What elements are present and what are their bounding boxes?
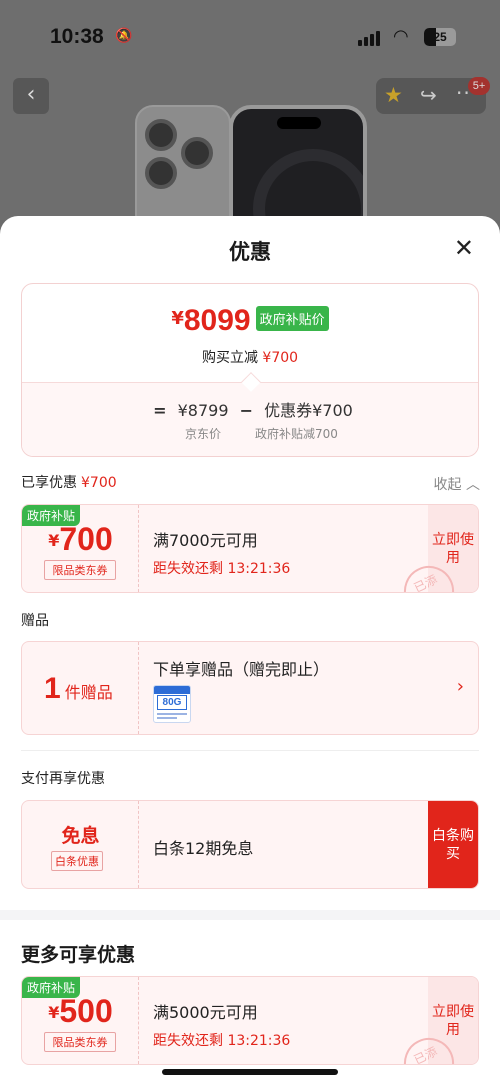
jd-price-label: 京东价 xyxy=(185,427,222,441)
collapse-button[interactable]: 收起 ︿ xyxy=(434,474,480,494)
divider xyxy=(21,750,479,751)
coupon-expire: 距失效还剩 13:21:36 xyxy=(153,561,291,577)
status-time: 10:38 xyxy=(50,25,104,48)
jd-price: ¥8799 xyxy=(177,401,229,420)
product-header-background: ‹ ★ ↪ ··· 5+ xyxy=(0,60,500,220)
gift-image-label: 80G xyxy=(157,695,187,710)
coupon-limit: 限品类东券 xyxy=(44,1032,116,1052)
enjoyed-label: 已享优惠 ¥700 xyxy=(21,475,117,491)
gift-unit: 件赠品 xyxy=(64,683,113,702)
coupon-amount: 700 xyxy=(59,521,113,557)
baitiao-buy-button[interactable]: 白条购买 xyxy=(428,801,478,888)
reduce-amount: ¥700 xyxy=(262,350,299,366)
coupon-card-700[interactable]: 政府补贴 ¥700 限品类东券 满7000元可用 距失效还剩 13:21:36 … xyxy=(21,504,479,593)
gift-count: 1 xyxy=(44,672,61,705)
home-indicator[interactable] xyxy=(162,1069,338,1075)
coupon-expire: 距失效还剩 13:21:36 xyxy=(153,1033,291,1049)
coupon-desc: 满5000元可用 xyxy=(153,1003,258,1022)
battery-icon: 25 xyxy=(424,28,456,46)
gift-sim-card-image: 80G xyxy=(153,685,191,723)
coupon-desc: 满7000元可用 xyxy=(153,531,258,550)
coupon-amount: 500 xyxy=(59,993,113,1029)
price-formula: = ¥8799 − 优惠券¥700 京东价 政府补贴减700 xyxy=(22,382,478,456)
gift-title: 下单享赠品（赠完即止） xyxy=(153,660,330,679)
back-icon[interactable]: ‹ xyxy=(13,78,49,114)
minus-sign: − xyxy=(239,401,254,420)
signal-icon xyxy=(358,30,384,46)
coupon-label: 政府补贴减700 xyxy=(255,427,338,441)
reduce-row: 购买立减 ¥700 xyxy=(22,347,478,367)
chevron-right-icon[interactable]: › xyxy=(457,676,464,697)
enjoyed-amount: ¥700 xyxy=(81,475,117,491)
pay-label: 支付再享优惠 xyxy=(21,771,105,787)
status-bar: 10:38 🔕 ◠ 25 xyxy=(0,0,500,60)
share-icon[interactable]: ↪ xyxy=(420,83,437,107)
equals-sign: = xyxy=(153,401,167,420)
bell-off-icon: 🔕 xyxy=(115,28,133,44)
battery-level: 25 xyxy=(433,30,447,44)
price-card: ¥8099 政府补贴价 购买立减 ¥700 = ¥8799 − 优惠券¥700 京… xyxy=(21,283,479,457)
wifi-icon: ◠ xyxy=(393,26,409,47)
sheet-title: 优惠 xyxy=(229,240,271,264)
final-price: 8099 xyxy=(183,304,251,337)
product-image-front xyxy=(229,105,367,220)
reduce-label: 购买立减 xyxy=(201,350,258,366)
product-image-back xyxy=(135,105,231,220)
baitiao-card[interactable]: 免息 白条优惠 白条12期免息 白条购买 xyxy=(21,800,479,889)
more-discounts-title: 更多可享优惠 xyxy=(21,944,136,966)
gift-card[interactable]: 1 件赠品 下单享赠品（赠完即止） 80G › xyxy=(21,641,479,735)
price-currency: ¥ xyxy=(171,308,184,329)
close-icon[interactable]: ✕ xyxy=(454,236,474,260)
interest-free-title: 免息 xyxy=(61,825,100,847)
message-badge: 5+ xyxy=(468,77,490,95)
coupon-discount: 优惠券¥700 xyxy=(264,401,353,420)
gifts-label: 赠品 xyxy=(21,613,49,629)
discount-sheet: 优惠 ✕ ¥8099 政府补贴价 购买立减 ¥700 = ¥8799 − 优惠券¥… xyxy=(0,216,500,1083)
gov-subsidy-tag: 政府补贴价 xyxy=(255,306,329,331)
section-separator xyxy=(0,910,500,920)
baitiao-desc: 白条12期免息 xyxy=(153,839,254,858)
coupon-limit: 限品类东券 xyxy=(44,560,116,580)
baitiao-tag: 白条优惠 xyxy=(51,851,103,871)
coupon-card-500[interactable]: 政府补贴 ¥500 限品类东券 满5000元可用 距失效还剩 13:21:36 … xyxy=(21,976,479,1065)
star-icon[interactable]: ★ xyxy=(384,83,403,107)
